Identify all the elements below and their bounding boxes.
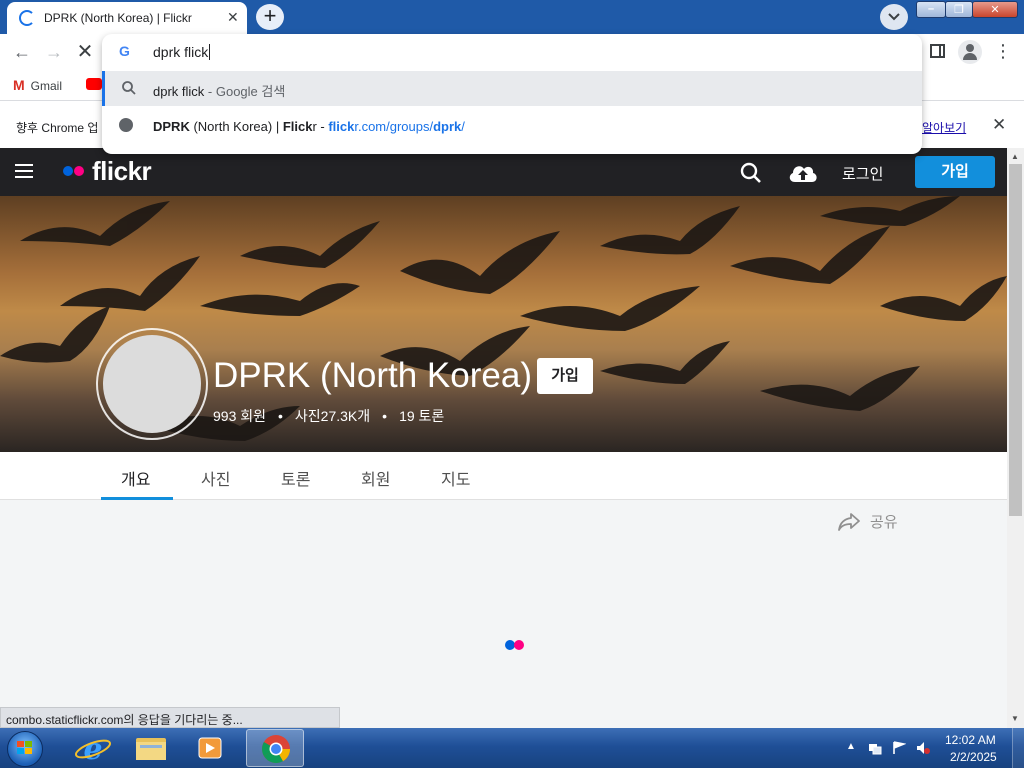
suggestion-query: dprk flick <box>153 84 205 99</box>
address-input[interactable]: dprk flick <box>153 44 210 60</box>
scroll-down-icon[interactable]: ▼ <box>1011 714 1019 723</box>
side-panel-icon[interactable] <box>930 44 945 58</box>
window-maximize-button[interactable]: ❐ <box>945 1 973 18</box>
group-discussions-count[interactable]: 19 토론 <box>399 408 444 424</box>
internet-explorer-icon: e <box>74 732 112 767</box>
stats-separator: • <box>278 408 283 424</box>
bookmark-gmail-label: Gmail <box>30 79 63 93</box>
signup-button[interactable]: 가입 <box>915 156 995 188</box>
stop-loading-button[interactable]: ✕ <box>73 40 97 64</box>
search-icon[interactable] <box>740 162 762 184</box>
share-button[interactable]: 공유 <box>838 511 898 532</box>
info-bar-close-icon[interactable]: ✕ <box>992 115 1006 135</box>
svg-text:e: e <box>83 732 102 767</box>
action-center-flag-icon[interactable] <box>892 741 906 755</box>
stats-separator: • <box>382 408 388 424</box>
profile-icon[interactable] <box>958 40 982 64</box>
search-icon <box>122 81 136 95</box>
group-photos-count[interactable]: 사진27.3K개 <box>295 408 370 424</box>
bookmark-gmail[interactable]: M Gmail <box>13 77 62 93</box>
scroll-up-icon[interactable]: ▲ <box>1011 152 1019 161</box>
new-tab-button[interactable]: + <box>256 4 284 30</box>
forward-button[interactable]: → <box>42 40 66 64</box>
youtube-icon[interactable] <box>86 78 102 90</box>
tab-search-button[interactable] <box>880 4 908 30</box>
chrome-icon <box>262 735 290 763</box>
tab-strip: DPRK (North Korea) | Flickr ✕ + – ❐ ✕ <box>0 0 1024 34</box>
share-arrow-icon <box>838 513 860 531</box>
group-tabs: 개요 사진 토론 회원 지도 <box>0 452 1007 500</box>
share-label: 공유 <box>870 514 898 531</box>
clock-time[interactable]: 12:02 AM <box>945 733 996 747</box>
suggestion-title: r - <box>312 119 329 134</box>
loading-spinner-icon <box>19 10 35 26</box>
omnibox-dropdown: G dprk flick dprk flick - Google 검색 DPRK… <box>102 34 922 154</box>
login-link[interactable]: 로그인 <box>842 163 883 184</box>
globe-icon <box>119 118 133 132</box>
show-desktop-button[interactable] <box>1012 728 1024 768</box>
tray-expand-icon[interactable]: ▲ <box>846 741 856 752</box>
tab-photos[interactable]: 사진 <box>201 466 230 490</box>
back-button[interactable]: ← <box>10 40 34 64</box>
windows-taskbar: e ▲ 12:02 AM 2/2/2025 <box>0 728 1024 768</box>
tab-overview[interactable]: 개요 <box>121 466 150 490</box>
tab-map[interactable]: 지도 <box>441 466 470 490</box>
suggestion-title-match: DPRK <box>153 119 190 134</box>
windows-logo-icon <box>17 741 32 754</box>
gmail-icon: M <box>13 77 25 93</box>
tab-title: DPRK (North Korea) | Flickr <box>44 11 192 25</box>
info-bar-learn-more-link[interactable]: 알아보기 <box>922 119 966 136</box>
group-content: 공유 <box>0 500 1007 728</box>
suggestion-url-match: flick <box>328 119 355 134</box>
suggestion-title-match: Flick <box>282 119 313 134</box>
tab-close-icon[interactable]: ✕ <box>227 9 239 26</box>
scrollbar-thumb[interactable] <box>1009 164 1022 516</box>
window-minimize-button[interactable]: – <box>916 1 946 18</box>
group-avatar <box>96 328 208 440</box>
upload-cloud-icon[interactable] <box>787 161 819 183</box>
suggestion-url: r.com/groups/ <box>354 119 434 134</box>
taskbar-chrome[interactable] <box>246 729 304 767</box>
status-bar: combo.staticflickr.com의 응답을 기다리는 중... <box>0 707 340 728</box>
tab-members[interactable]: 회원 <box>361 466 390 490</box>
start-button[interactable] <box>4 729 46 767</box>
flickr-header: flickr 로그인 가입 <box>0 148 1007 196</box>
taskbar-media-player[interactable] <box>180 729 238 767</box>
suggestion-flickr-group[interactable]: DPRK (North Korea) | Flickr - flickr.com… <box>102 108 922 144</box>
address-bar[interactable]: G dprk flick <box>102 34 922 70</box>
media-player-icon <box>198 737 222 759</box>
volume-muted-icon[interactable] <box>916 741 930 755</box>
group-members-count[interactable]: 993 회원 <box>213 408 266 424</box>
chrome-menu-button[interactable]: ⋮ <box>994 42 1012 60</box>
chevron-down-icon <box>888 13 900 21</box>
suggestion-url-match: dprk <box>433 119 462 134</box>
taskbar-file-explorer[interactable] <box>122 729 180 767</box>
info-bar-text: 향후 Chrome 업 <box>16 121 99 135</box>
group-stats: 993 회원 • 사진27.3K개 • 19 토론 <box>213 406 444 426</box>
hamburger-menu-icon[interactable] <box>15 164 33 178</box>
clock-date[interactable]: 2/2/2025 <box>950 750 997 764</box>
taskbar-internet-explorer[interactable]: e <box>64 729 122 767</box>
folder-icon <box>136 738 166 760</box>
page-scrollbar[interactable]: ▲ ▼ <box>1007 148 1024 728</box>
suggestion-url: / <box>461 119 465 134</box>
group-name: DPRK (North Korea) <box>213 356 532 395</box>
tab-discussions[interactable]: 토론 <box>281 466 310 490</box>
browser-tab-active[interactable]: DPRK (North Korea) | Flickr ✕ <box>7 2 247 34</box>
suggestion-title: (North Korea) | <box>189 119 283 134</box>
window-close-button[interactable]: ✕ <box>972 1 1018 18</box>
flickr-logo-text: flickr <box>92 156 152 186</box>
suggestion-suffix: - Google 검색 <box>204 84 286 99</box>
group-join-button[interactable]: 가입 <box>537 358 593 394</box>
suggestion-google-search[interactable]: dprk flick - Google 검색 <box>102 71 922 106</box>
network-icon[interactable] <box>868 741 882 755</box>
google-icon: G <box>119 43 130 59</box>
